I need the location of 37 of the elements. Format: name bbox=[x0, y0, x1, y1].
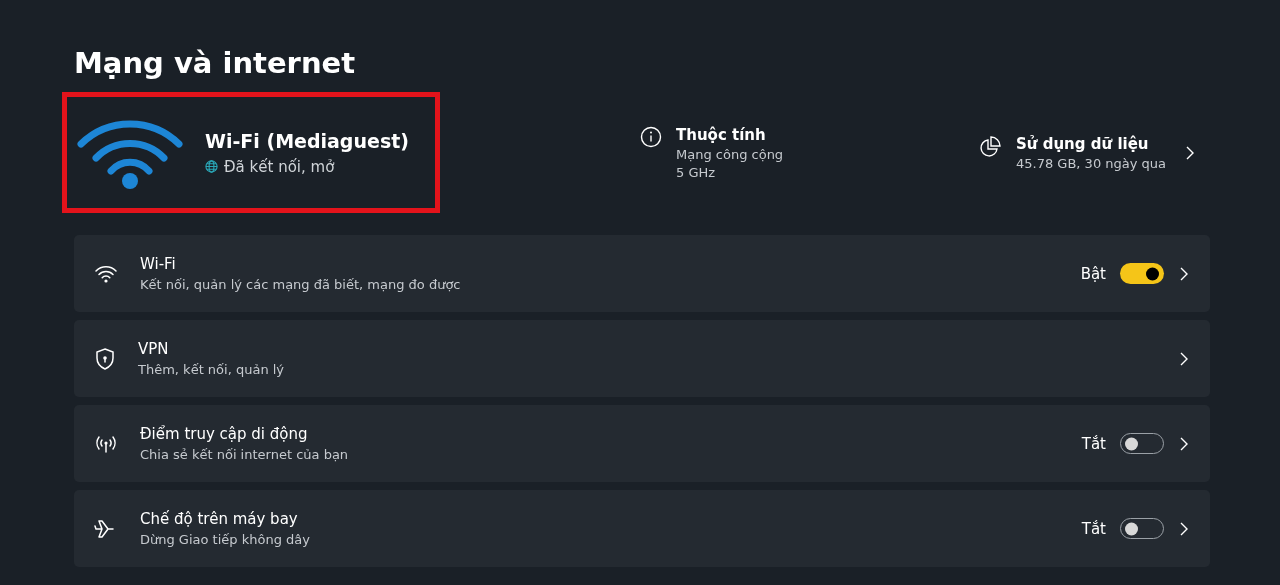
properties-link[interactable]: Thuộc tính Mạng công cộng 5 GHz bbox=[640, 125, 978, 180]
setting-description: Thêm, kết nối, quản lý bbox=[138, 362, 286, 377]
globe-icon bbox=[205, 160, 218, 173]
pie-chart-icon bbox=[978, 134, 1002, 159]
summary-detail: 45.78 GB, 30 ngày qua bbox=[1016, 155, 1167, 171]
chevron-icon bbox=[1180, 436, 1188, 451]
setting-title: Điểm truy cập di động bbox=[140, 425, 309, 443]
settings-card[interactable]: Chế độ trên máy bay Dừng Giao tiếp không dây Tắt bbox=[74, 490, 1210, 567]
setting-title: VPN bbox=[138, 340, 170, 358]
setting-description: Dừng Giao tiếp không dây bbox=[140, 532, 311, 547]
summary-detail: 5 GHz bbox=[676, 164, 717, 180]
wifi-icon bbox=[94, 263, 118, 284]
connection-status: Đã kết nối, mở bbox=[224, 157, 335, 176]
setting-title: Wi-Fi bbox=[140, 255, 177, 273]
toggle-state-label: Tắt bbox=[1081, 519, 1106, 538]
setting-title: Chế độ trên máy bay bbox=[140, 510, 299, 528]
settings-card[interactable]: VPN Thêm, kết nối, quản lý bbox=[74, 320, 1210, 397]
chevron-icon bbox=[1180, 521, 1188, 536]
chevron-icon bbox=[1180, 266, 1188, 281]
data-usage-link[interactable]: Sử dụng dữ liệu 45.78 GB, 30 ngày qua bbox=[978, 134, 1208, 171]
setting-description: Kết nối, quản lý các mạng đã biết, mạng đo được bbox=[140, 277, 462, 292]
network-name: Wi-Fi (Mediaguest) bbox=[205, 129, 409, 152]
antenna-icon bbox=[94, 433, 118, 454]
toggle-switch[interactable] bbox=[1120, 263, 1164, 284]
setting-description: Chia sẻ kết nối internet của bạn bbox=[140, 447, 350, 462]
summary-title: Thuộc tính bbox=[676, 125, 767, 144]
chevron-icon bbox=[1186, 145, 1195, 160]
toggle-state-label: Tắt bbox=[1081, 434, 1106, 453]
summary-detail: Mạng công cộng bbox=[676, 146, 784, 162]
info-icon bbox=[640, 125, 662, 148]
settings-card[interactable]: Wi-Fi Kết nối, quản lý các mạng đã biết, mạng đo được Bật bbox=[74, 235, 1210, 312]
toggle-state-label: Bật bbox=[1080, 264, 1106, 283]
page-title: Mạng và internet bbox=[74, 46, 356, 80]
chevron-icon bbox=[1180, 351, 1188, 366]
shield-icon bbox=[94, 346, 116, 371]
summary-title: Sử dụng dữ liệu bbox=[1016, 134, 1150, 153]
settings-card[interactable]: Điểm truy cập di động Chia sẻ kết nối internet của bạn Tắt bbox=[74, 405, 1210, 482]
